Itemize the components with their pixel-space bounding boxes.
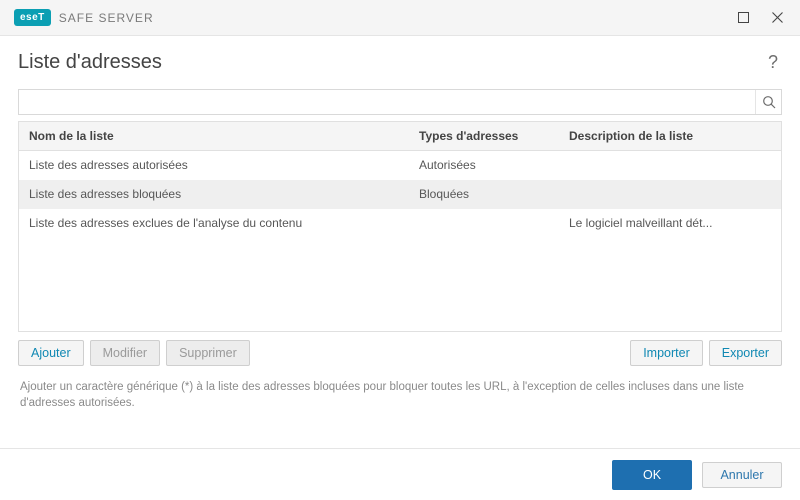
window-maximize-icon[interactable] (726, 4, 760, 32)
cell-type: Autorisées (409, 151, 559, 179)
cell-desc: Le logiciel malveillant dét... (559, 209, 781, 237)
search-input[interactable] (19, 90, 755, 114)
delete-button[interactable]: Supprimer (166, 340, 250, 366)
help-icon[interactable]: ? (764, 48, 782, 77)
import-button[interactable]: Importer (630, 340, 703, 366)
table-row[interactable]: Liste des adresses bloquéesBloquées (19, 180, 781, 209)
add-button[interactable]: Ajouter (18, 340, 84, 366)
brand-product: SAFE SERVER (59, 11, 154, 25)
hint-text: Ajouter un caractère générique (*) à la … (18, 380, 782, 411)
footer: OK Annuler (0, 448, 800, 500)
cell-desc (559, 180, 781, 208)
edit-button[interactable]: Modifier (90, 340, 160, 366)
col-header-desc[interactable]: Description de la liste (559, 122, 781, 150)
ok-button[interactable]: OK (612, 460, 692, 490)
cell-type (409, 209, 559, 237)
col-header-type[interactable]: Types d'adresses (409, 122, 559, 150)
page-title: Liste d'adresses (18, 51, 764, 74)
brand-logo: eseT (14, 9, 51, 26)
export-button[interactable]: Exporter (709, 340, 782, 366)
col-header-name[interactable]: Nom de la liste (19, 122, 409, 150)
cell-name: Liste des adresses bloquées (19, 180, 409, 208)
search-icon[interactable] (755, 90, 781, 114)
cell-name: Liste des adresses autorisées (19, 151, 409, 179)
window-close-icon[interactable] (760, 4, 794, 32)
search-row (18, 89, 782, 115)
cell-desc (559, 151, 781, 179)
cell-type: Bloquées (409, 180, 559, 208)
address-list-table: Nom de la liste Types d'adresses Descrip… (18, 121, 782, 332)
table-row[interactable]: Liste des adresses exclues de l'analyse … (19, 209, 781, 238)
table-row[interactable]: Liste des adresses autoriséesAutorisées (19, 151, 781, 180)
titlebar: eseT SAFE SERVER (0, 0, 800, 36)
cell-name: Liste des adresses exclues de l'analyse … (19, 209, 409, 237)
cancel-button[interactable]: Annuler (702, 462, 782, 488)
